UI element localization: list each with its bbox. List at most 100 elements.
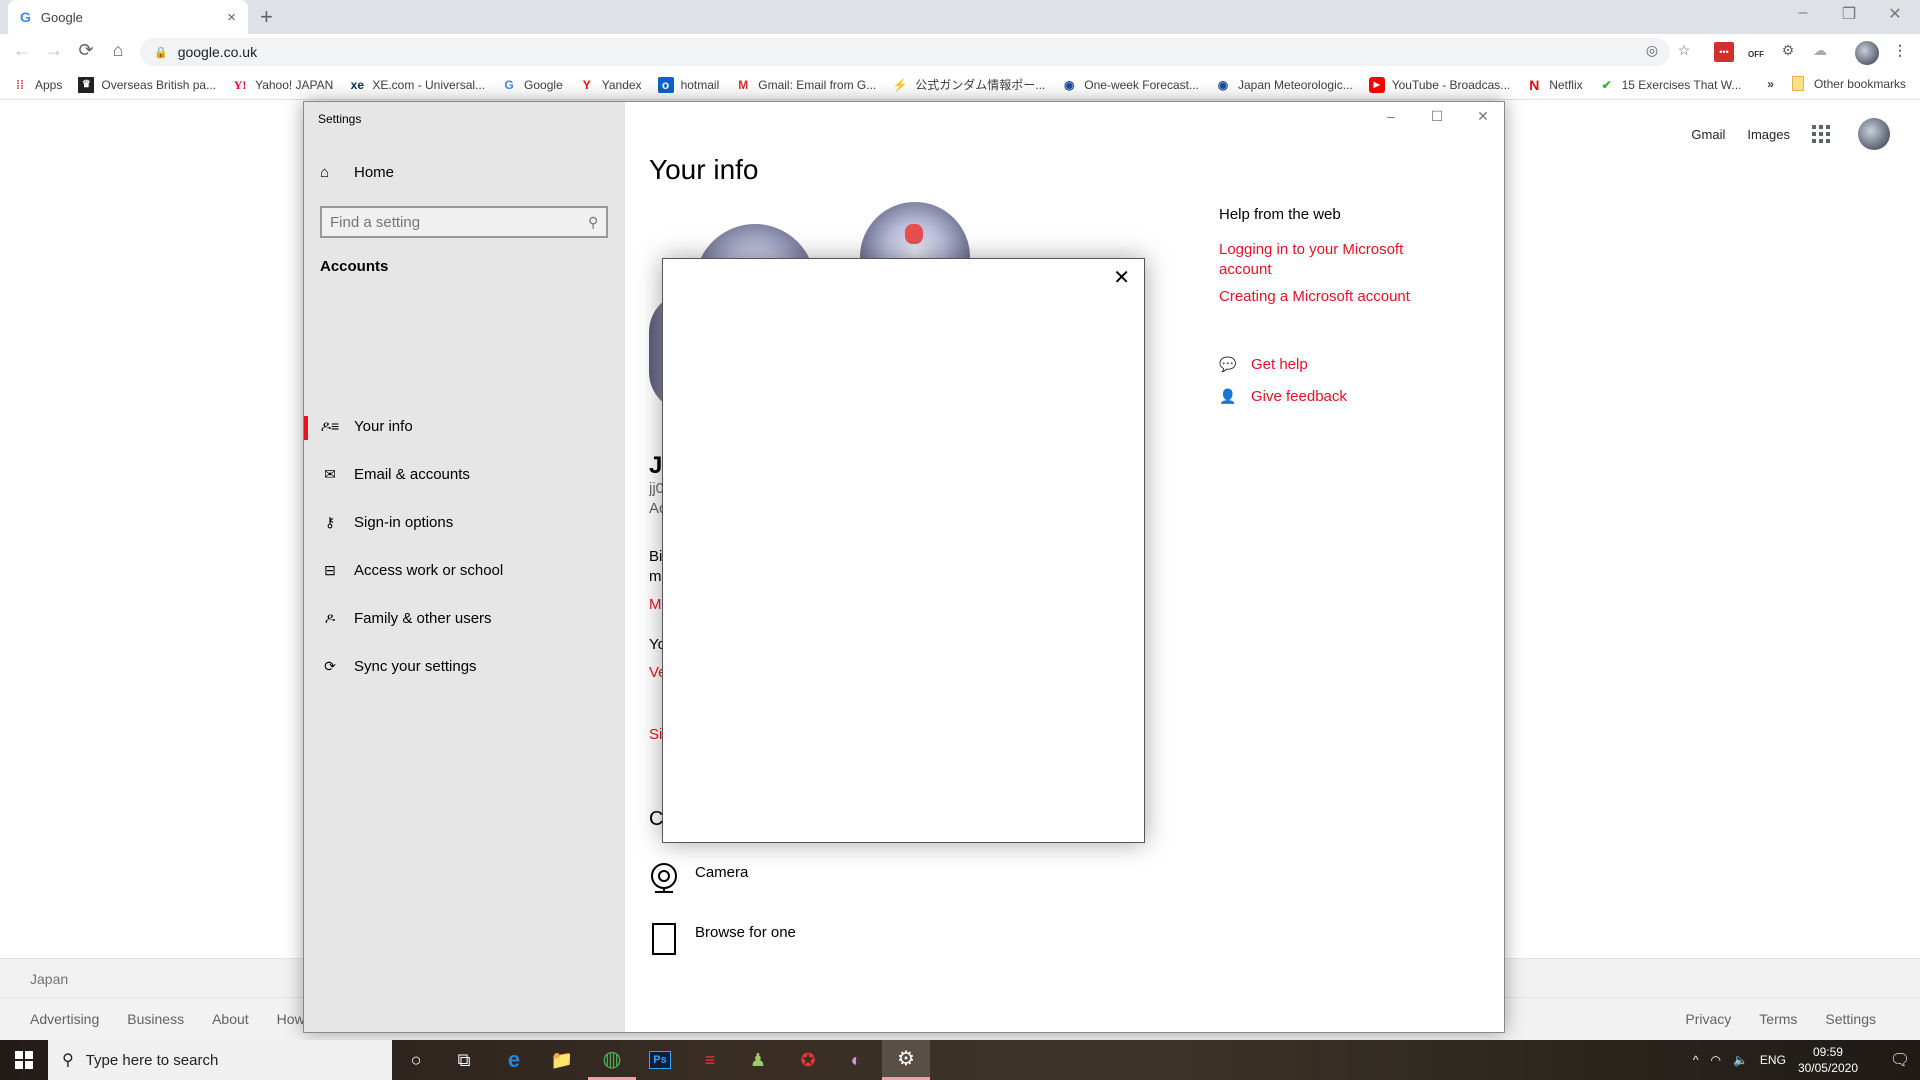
app-disc-icon[interactable]: ◐ <box>832 1040 880 1080</box>
search-icon: ⚲ <box>62 1052 74 1069</box>
app-figure-icon[interactable]: ♟ <box>734 1040 782 1080</box>
gmail-link[interactable]: Gmail <box>1691 127 1725 142</box>
bookmark-youtube[interactable]: ▶ YouTube - Broadcas... <box>1368 76 1510 93</box>
bookmark-one-week-forecast[interactable]: ◉ One-week Forecast... <box>1061 77 1199 93</box>
off-extension-icon[interactable]: OFF <box>1746 42 1766 62</box>
cortana-icon[interactable]: ○ <box>392 1040 440 1080</box>
bookmark-google[interactable]: G Google <box>501 77 562 93</box>
taskbar: ⚲ Type here to search ○ ⧉ e 📁 ◍ Ps ≡ ♟ ✪… <box>0 1040 1920 1080</box>
photoshop-icon[interactable]: Ps <box>636 1040 684 1080</box>
language-indicator[interactable]: ENG <box>1760 1053 1786 1067</box>
folder-icon <box>1791 76 1804 91</box>
bookmark-gmail[interactable]: M Gmail: Email from G... <box>735 77 876 93</box>
give-feedback-link[interactable]: 👤 Give feedback <box>1219 388 1347 405</box>
netflix-icon: N <box>1529 76 1540 93</box>
home-button[interactable]: ⌂ <box>106 40 130 61</box>
footer-advertising[interactable]: Advertising <box>30 1011 99 1027</box>
taskbar-search-box[interactable]: ⚲ Type here to search <box>48 1040 392 1080</box>
app-red-stripes-icon[interactable]: ≡ <box>686 1040 734 1080</box>
bookmark-apps[interactable]: ⁞⁞ Apps <box>12 77 62 93</box>
bookmark-xe[interactable]: xe XE.com - Universal... <box>349 77 485 93</box>
settings-icon[interactable]: ⚙ <box>882 1040 930 1080</box>
tray-chevron-icon[interactable]: ^ <box>1693 1053 1699 1067</box>
browser-close-button[interactable]: ✕ <box>1872 4 1918 24</box>
task-view-icon[interactable]: ⧉ <box>440 1040 488 1080</box>
get-help-link[interactable]: 💬 Get help <box>1219 356 1308 373</box>
yandex-icon: Y <box>582 77 591 92</box>
new-tab-button[interactable]: + <box>260 4 273 30</box>
other-bookmarks[interactable]: Other bookmarks <box>1814 77 1906 91</box>
page-title: Your info <box>649 154 759 185</box>
find-setting-input[interactable]: Find a setting ⚲ <box>320 206 608 238</box>
country-label: Japan <box>30 971 69 987</box>
get-help-icon: 💬 <box>1219 356 1237 372</box>
yahoo-icon: Y! <box>233 77 247 92</box>
dialog-close-button[interactable]: ✕ <box>1113 265 1130 290</box>
system-tray: ^ ◠ 🔈 ENG 09:59 30/05/2020 🗨 <box>1693 1040 1920 1080</box>
url-text: google.co.uk <box>177 44 258 60</box>
footer-business[interactable]: Business <box>127 1011 184 1027</box>
mail-icon: ✉ <box>324 465 336 482</box>
google-apps-icon[interactable] <box>1812 125 1830 143</box>
menu-icon[interactable]: ⋮ <box>1890 42 1910 62</box>
sidebar-item-sync-settings[interactable]: ⟳ Sync your settings <box>304 646 625 686</box>
reload-button[interactable]: ⟳ <box>74 40 98 61</box>
browser-minimize-button[interactable]: – <box>1780 4 1826 22</box>
bookmarks-bar: ⁞⁞ Apps ♛ Overseas British pa... Y! Yahoo! … <box>0 70 1920 100</box>
bookmark-japan-meteorological[interactable]: ◉ Japan Meteorologic... <box>1215 77 1353 93</box>
briefcase-icon: ⊟ <box>324 561 336 578</box>
key-icon: ⚷ <box>324 513 336 530</box>
profile-avatar[interactable] <box>1855 41 1879 65</box>
chrome-icon[interactable]: ◍ <box>588 1040 636 1080</box>
forward-button[interactable]: → <box>42 40 66 61</box>
edge-icon[interactable]: e <box>490 1040 538 1080</box>
back-button[interactable]: ← <box>10 40 34 61</box>
wifi-icon[interactable]: ◠ <box>1710 1053 1720 1067</box>
help-link-creating-account[interactable]: Creating a Microsoft account <box>1219 288 1410 305</box>
clock[interactable]: 09:59 30/05/2020 <box>1798 1044 1858 1076</box>
camera-option[interactable]: Camera <box>649 862 748 896</box>
bookmark-15-exercises[interactable]: ✔ 15 Exercises That W... <box>1599 77 1742 93</box>
cloud-extension-icon[interactable]: ☁ <box>1810 42 1830 62</box>
browse-option[interactable]: Browse for one <box>649 922 796 956</box>
sidebar-item-email-accounts[interactable]: ✉ Email & accounts <box>304 454 625 494</box>
star-icon[interactable]: ☆ <box>1674 42 1694 62</box>
bookmark-hotmail[interactable]: o hotmail <box>657 76 719 93</box>
footer-terms[interactable]: Terms <box>1759 1011 1797 1027</box>
lastpass-icon[interactable]: ••• <box>1714 42 1734 62</box>
bookmark-netflix[interactable]: N Netflix <box>1526 77 1582 93</box>
bookmarks-overflow-button[interactable]: » <box>1767 77 1774 91</box>
footer-privacy[interactable]: Privacy <box>1685 1011 1731 1027</box>
footer-how[interactable]: How <box>277 1011 305 1027</box>
footer-about[interactable]: About <box>212 1011 249 1027</box>
help-link-logging-in[interactable]: Logging in to your Microsoft account <box>1219 240 1419 280</box>
sidebar-item-sign-in-options[interactable]: ⚷ Sign-in options <box>304 502 625 542</box>
bookmark-yahoo-japan[interactable]: Y! Yahoo! JAPAN <box>232 77 334 93</box>
bookmark-overseas-british[interactable]: ♛ Overseas British pa... <box>78 76 216 93</box>
sidebar-item-access-work-school[interactable]: ⊟ Access work or school <box>304 550 625 590</box>
location-icon[interactable]: ◎ <box>1642 42 1662 62</box>
address-bar[interactable]: 🔒 google.co.uk <box>140 38 1670 66</box>
images-link[interactable]: Images <box>1747 127 1790 142</box>
google-header: Gmail Images <box>1691 118 1890 150</box>
window-title: Settings <box>318 112 362 126</box>
google-account-avatar[interactable] <box>1858 118 1890 150</box>
tab-close-icon[interactable]: × <box>227 9 236 26</box>
volume-icon[interactable]: 🔈 <box>1733 1053 1748 1067</box>
browser-restore-button[interactable]: ❐ <box>1826 4 1872 24</box>
start-button[interactable] <box>0 1040 48 1080</box>
home-icon: ⌂ <box>320 164 330 181</box>
sidebar-item-family-other-users[interactable]: ዶ Family & other users <box>304 598 625 638</box>
sidebar-item-your-info[interactable]: ዶ≡ Your info <box>304 406 625 446</box>
lock-icon: 🔒 <box>154 46 168 59</box>
notifications-icon[interactable]: 🗨 <box>1880 1050 1920 1070</box>
bookmark-yandex[interactable]: Y Yandex <box>579 77 642 93</box>
home-nav-item[interactable]: ⌂ Home <box>320 164 394 181</box>
feedback-icon: 👤 <box>1219 388 1237 404</box>
bookmark-gundam[interactable]: ⚡ 公式ガンダム情報ポー... <box>892 76 1046 93</box>
file-explorer-icon[interactable]: 📁 <box>538 1040 586 1080</box>
browser-tab-google[interactable]: G Google × <box>8 0 248 34</box>
gear-extension-icon[interactable]: ⚙ <box>1778 42 1798 62</box>
app-red-emblem-icon[interactable]: ✪ <box>784 1040 832 1080</box>
footer-settings[interactable]: Settings <box>1825 1011 1876 1027</box>
